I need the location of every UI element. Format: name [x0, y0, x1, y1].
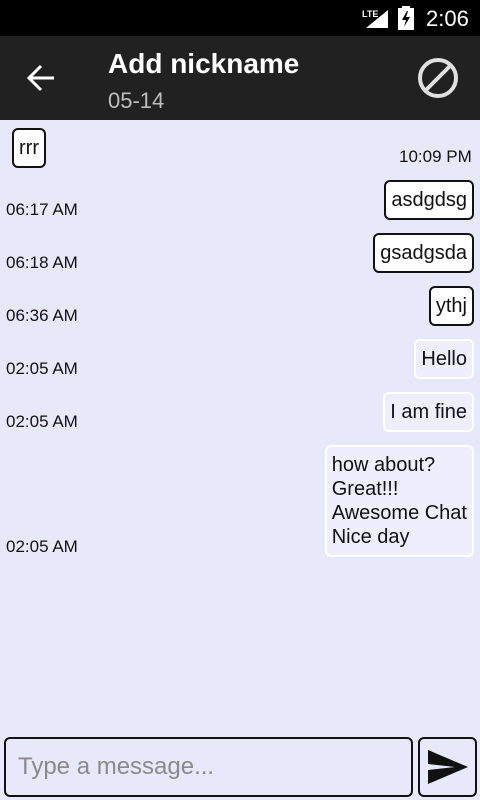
block-icon[interactable]	[414, 54, 462, 102]
message-time: 06:36 AM	[6, 306, 78, 325]
message-bubble[interactable]: Hello	[414, 339, 474, 379]
send-icon	[428, 750, 468, 784]
status-bar: LTE 2:06	[0, 0, 480, 36]
send-button[interactable]	[418, 737, 477, 797]
page-title: Add nickname	[108, 48, 300, 79]
message-bubble[interactable]: asdgdsg	[384, 180, 474, 220]
message-time: 02:05 AM	[6, 412, 78, 431]
arrow-left-icon[interactable]	[22, 56, 62, 100]
message-bubble[interactable]: how about? Great!!! Awesome Chat Nice da…	[324, 445, 474, 557]
message-bubble[interactable]: gsadgsda	[373, 233, 474, 273]
message-input[interactable]	[6, 739, 411, 795]
message-bubble[interactable]: rrr	[12, 128, 46, 168]
lte-signal-icon: LTE	[362, 9, 388, 28]
status-time: 2:06	[426, 6, 469, 31]
page-subtitle: 05-14	[108, 88, 165, 113]
message-input-box	[4, 737, 413, 797]
message-bubble[interactable]: I am fine	[383, 392, 474, 432]
message-bubble[interactable]: ythj	[428, 286, 474, 326]
input-bar	[0, 734, 480, 800]
message-time: 02:05 AM	[6, 359, 78, 378]
message-time: 06:17 AM	[6, 200, 78, 219]
battery-charging-icon	[398, 6, 414, 30]
message-time: 02:05 AM	[6, 537, 78, 556]
toolbar: Add nickname 05-14	[0, 36, 480, 120]
svg-text:LTE: LTE	[362, 9, 378, 19]
message-time: 10:09 PM	[399, 147, 472, 166]
chat-area[interactable]: rrr 10:09 PM asdgdsg 06:17 AM gsadgsda 0…	[0, 120, 480, 734]
message-time: 06:18 AM	[6, 253, 78, 272]
